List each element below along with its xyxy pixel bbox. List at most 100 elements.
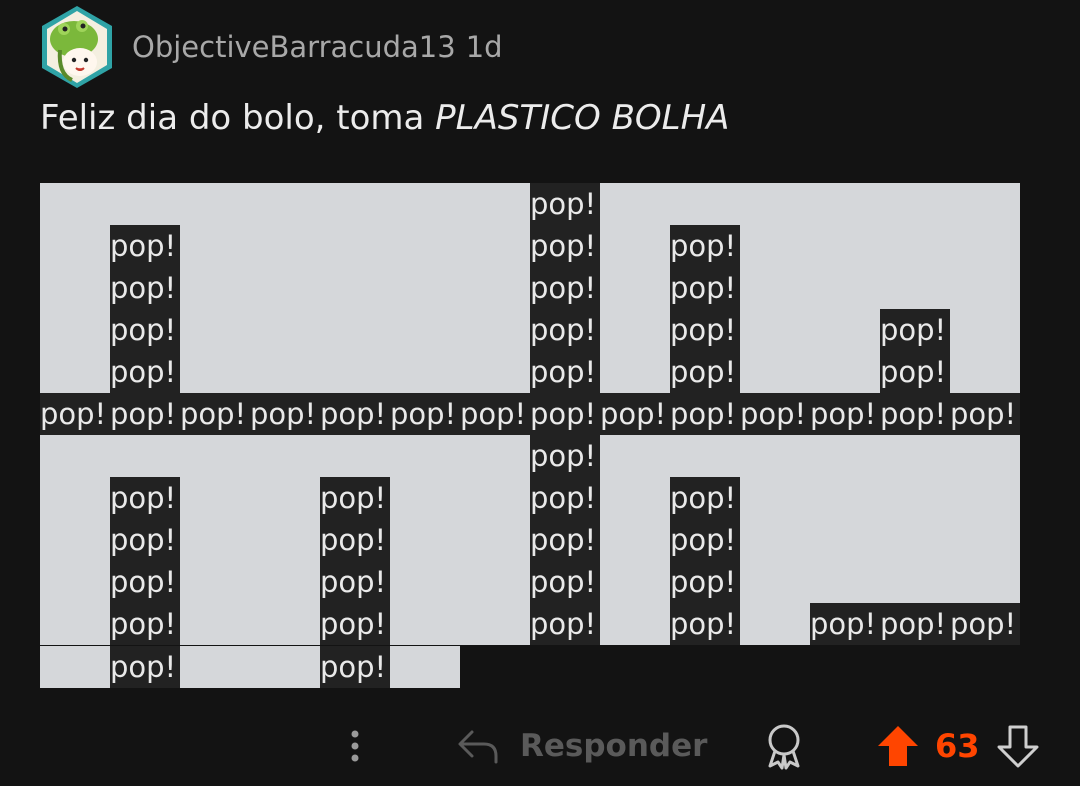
unpopped-bubble[interactable] xyxy=(250,603,320,645)
unpopped-bubble[interactable] xyxy=(600,561,670,603)
unpopped-bubble[interactable] xyxy=(40,225,110,267)
unpopped-bubble[interactable] xyxy=(950,351,1020,393)
unpopped-bubble[interactable] xyxy=(670,435,740,477)
popped-bubble[interactable]: pop! xyxy=(320,477,390,519)
unpopped-bubble[interactable] xyxy=(180,519,250,561)
unpopped-bubble[interactable] xyxy=(600,309,670,351)
unpopped-bubble[interactable] xyxy=(180,477,250,519)
unpopped-bubble[interactable] xyxy=(250,519,320,561)
unpopped-bubble[interactable] xyxy=(460,561,530,603)
unpopped-bubble[interactable] xyxy=(40,351,110,393)
unpopped-bubble[interactable] xyxy=(180,603,250,645)
more-options-button[interactable] xyxy=(341,726,369,766)
unpopped-bubble[interactable] xyxy=(390,435,460,477)
unpopped-bubble[interactable] xyxy=(390,351,460,393)
popped-bubble[interactable]: pop! xyxy=(530,267,600,309)
unpopped-bubble[interactable] xyxy=(810,267,880,309)
unpopped-bubble[interactable] xyxy=(390,603,460,645)
unpopped-bubble[interactable] xyxy=(390,646,460,688)
popped-bubble[interactable]: pop! xyxy=(670,267,740,309)
popped-bubble[interactable]: pop! xyxy=(110,603,180,645)
popped-bubble[interactable]: pop! xyxy=(110,351,180,393)
unpopped-bubble[interactable] xyxy=(320,435,390,477)
popped-bubble[interactable]: pop! xyxy=(880,603,950,645)
unpopped-bubble[interactable] xyxy=(320,351,390,393)
unpopped-bubble[interactable] xyxy=(250,267,320,309)
unpopped-bubble[interactable] xyxy=(180,351,250,393)
popped-bubble[interactable]: pop! xyxy=(530,225,600,267)
popped-bubble[interactable]: pop! xyxy=(670,603,740,645)
unpopped-bubble[interactable] xyxy=(180,225,250,267)
unpopped-bubble[interactable] xyxy=(670,183,740,225)
unpopped-bubble[interactable] xyxy=(250,309,320,351)
upvote-button[interactable] xyxy=(876,722,920,770)
unpopped-bubble[interactable] xyxy=(250,646,320,688)
unpopped-bubble[interactable] xyxy=(600,603,670,645)
unpopped-bubble[interactable] xyxy=(880,561,950,603)
unpopped-bubble[interactable] xyxy=(40,646,110,688)
popped-bubble[interactable]: pop! xyxy=(320,561,390,603)
username[interactable]: ObjectiveBarracuda13 xyxy=(132,30,456,64)
unpopped-bubble[interactable] xyxy=(810,225,880,267)
popped-bubble[interactable]: pop! xyxy=(320,646,390,688)
popped-bubble[interactable]: pop! xyxy=(110,646,180,688)
popped-bubble[interactable]: pop! xyxy=(320,519,390,561)
unpopped-bubble[interactable] xyxy=(40,477,110,519)
unpopped-bubble[interactable] xyxy=(390,183,460,225)
unpopped-bubble[interactable] xyxy=(110,183,180,225)
unpopped-bubble[interactable] xyxy=(250,561,320,603)
popped-bubble[interactable]: pop! xyxy=(530,183,600,225)
unpopped-bubble[interactable] xyxy=(180,267,250,309)
popped-bubble[interactable]: pop! xyxy=(110,225,180,267)
unpopped-bubble[interactable] xyxy=(40,267,110,309)
popped-bubble[interactable]: pop! xyxy=(320,603,390,645)
downvote-button[interactable] xyxy=(996,722,1040,770)
popped-bubble[interactable]: pop! xyxy=(110,519,180,561)
unpopped-bubble[interactable] xyxy=(810,519,880,561)
unpopped-bubble[interactable] xyxy=(950,183,1020,225)
unpopped-bubble[interactable] xyxy=(110,435,180,477)
unpopped-bubble[interactable] xyxy=(880,225,950,267)
popped-bubble[interactable]: pop! xyxy=(810,603,880,645)
unpopped-bubble[interactable] xyxy=(740,309,810,351)
unpopped-bubble[interactable] xyxy=(390,267,460,309)
popped-bubble[interactable]: pop! xyxy=(110,561,180,603)
popped-bubble[interactable]: pop! xyxy=(530,519,600,561)
unpopped-bubble[interactable] xyxy=(600,519,670,561)
unpopped-bubble[interactable] xyxy=(390,561,460,603)
avatar[interactable] xyxy=(38,4,116,90)
unpopped-bubble[interactable] xyxy=(950,267,1020,309)
unpopped-bubble[interactable] xyxy=(320,225,390,267)
unpopped-bubble[interactable] xyxy=(600,225,670,267)
unpopped-bubble[interactable] xyxy=(950,477,1020,519)
unpopped-bubble[interactable] xyxy=(600,351,670,393)
unpopped-bubble[interactable] xyxy=(600,477,670,519)
popped-bubble[interactable]: pop! xyxy=(950,603,1020,645)
popped-bubble[interactable]: pop! xyxy=(530,603,600,645)
popped-bubble[interactable]: pop! xyxy=(670,351,740,393)
popped-bubble[interactable]: pop! xyxy=(530,435,600,477)
unpopped-bubble[interactable] xyxy=(390,309,460,351)
unpopped-bubble[interactable] xyxy=(40,183,110,225)
popped-bubble[interactable]: pop! xyxy=(530,477,600,519)
unpopped-bubble[interactable] xyxy=(460,267,530,309)
popped-bubble[interactable]: pop! xyxy=(110,309,180,351)
unpopped-bubble[interactable] xyxy=(180,183,250,225)
unpopped-bubble[interactable] xyxy=(600,183,670,225)
unpopped-bubble[interactable] xyxy=(390,477,460,519)
unpopped-bubble[interactable] xyxy=(740,519,810,561)
popped-bubble[interactable]: pop! xyxy=(670,225,740,267)
popped-bubble[interactable]: pop! xyxy=(530,393,600,435)
popped-bubble[interactable]: pop! xyxy=(530,351,600,393)
unpopped-bubble[interactable] xyxy=(880,477,950,519)
unpopped-bubble[interactable] xyxy=(810,435,880,477)
unpopped-bubble[interactable] xyxy=(320,183,390,225)
unpopped-bubble[interactable] xyxy=(460,477,530,519)
popped-bubble[interactable]: pop! xyxy=(110,393,180,435)
unpopped-bubble[interactable] xyxy=(950,309,1020,351)
popped-bubble[interactable]: pop! xyxy=(530,561,600,603)
popped-bubble[interactable]: pop! xyxy=(530,309,600,351)
unpopped-bubble[interactable] xyxy=(740,435,810,477)
unpopped-bubble[interactable] xyxy=(390,225,460,267)
popped-bubble[interactable]: pop! xyxy=(320,393,390,435)
